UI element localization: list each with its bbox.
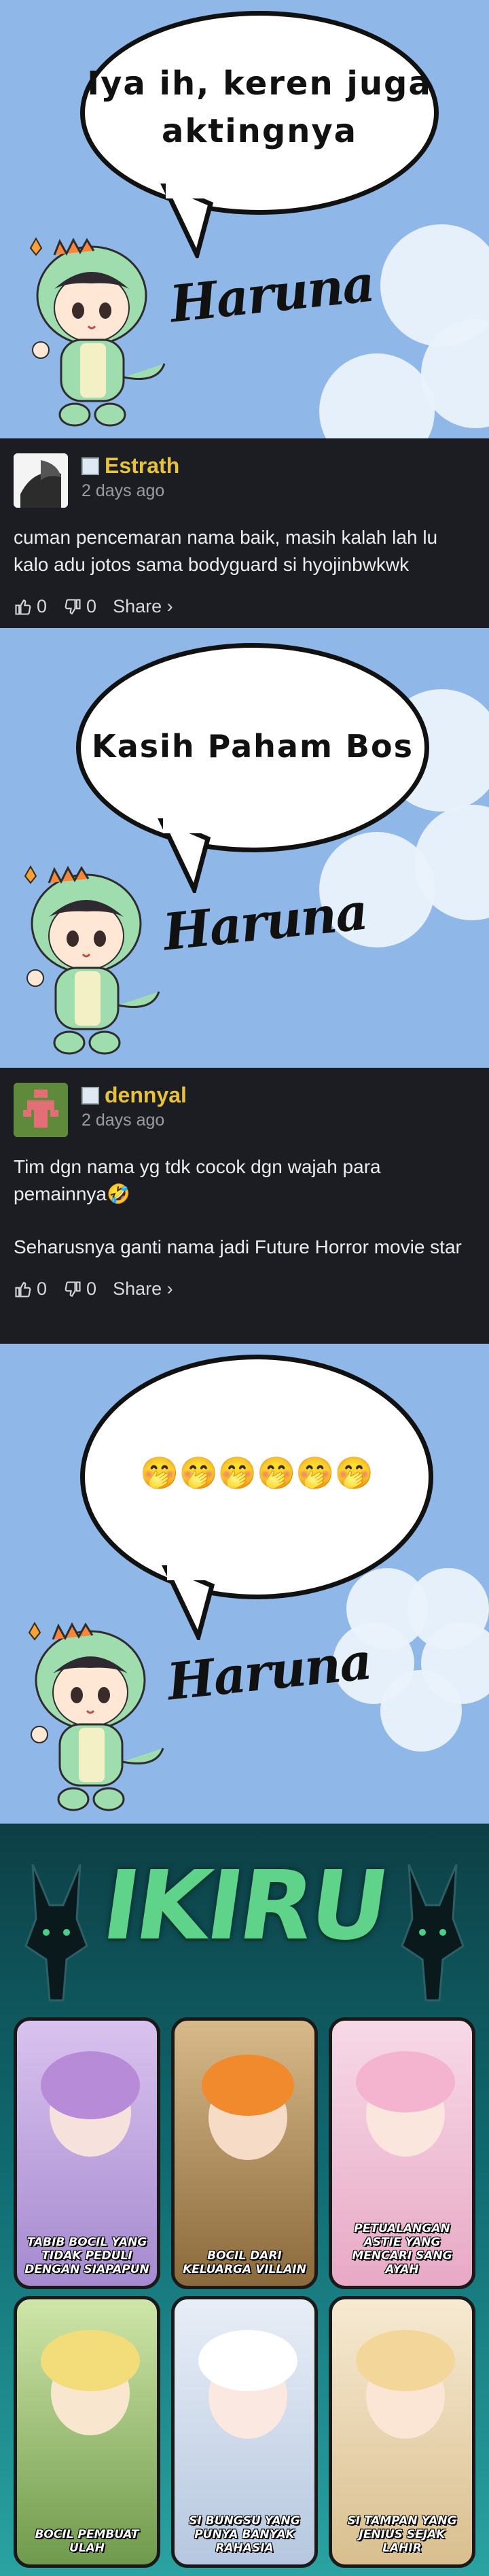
manga-card-caption: BOCIL DARI KELUARGA VILLAIN [183, 2249, 306, 2276]
haruna-signature: Haruna [164, 1632, 374, 1712]
flower-decoration [319, 353, 435, 438]
thumbs-up-icon [15, 599, 31, 615]
avatar[interactable] [14, 1083, 68, 1137]
speech-bubble: 🤭🤭🤭🤭🤭🤭 [80, 1355, 433, 1599]
broken-image-icon [82, 1086, 99, 1104]
manga-card[interactable]: SI BUNGSU YANG PUNYA BANYAK RAHASIA [171, 2296, 318, 2568]
ikiru-promo-banner[interactable]: IKIRU TABIB BOCIL YANG TIDAK PEDULI DENG… [0, 1824, 489, 2576]
manga-card-caption: SI TAMPAN YANG JENIUS SEJAK LAHIR [347, 2514, 457, 2555]
haruna-reaction-panel: Kasih Paham Bos Haruna [0, 628, 489, 1068]
chibi-dino-character [28, 1621, 164, 1811]
character-hair [41, 2051, 140, 2119]
comment-text: cuman pencemaran nama baik, masih kalah … [14, 527, 438, 575]
comment-text: Seharusnya ganti nama jadi Future Horror… [14, 1236, 462, 1257]
character-hair [356, 2330, 455, 2391]
comment-item: Estrath 2 days ago cuman pencemaran nama… [0, 438, 489, 628]
speech-bubble: Iya ih, keren juga aktingnya [80, 11, 439, 215]
manga-card-caption: SI BUNGSU YANG PUNYA BANYAK RAHASIA [189, 2514, 300, 2555]
haruna-signature: Haruna [167, 254, 377, 334]
manga-card[interactable]: SI TAMPAN YANG JENIUS SEJAK LAHIR [329, 2296, 475, 2568]
comment-item: dennyal 2 days ago Tim dgn nama yg tdk c… [0, 1068, 489, 1344]
like-count: 0 [37, 596, 48, 616]
manga-card-caption: PETUALANGAN ASTIE YANG MENCARI SANG AYAH [352, 2222, 452, 2276]
share-button[interactable]: Share › [113, 596, 173, 617]
like-button[interactable]: 0 [14, 596, 47, 617]
comment-username[interactable]: Estrath [82, 453, 179, 478]
manga-card[interactable]: TABIB BOCIL YANG TIDAK PEDULI DENGAN SIA… [14, 2017, 160, 2289]
share-button[interactable]: Share › [113, 1278, 173, 1300]
manga-card[interactable]: PETUALANGAN ASTIE YANG MENCARI SANG AYAH [329, 2017, 475, 2289]
bubble-text-line2: aktingnya [161, 112, 358, 150]
like-button[interactable]: 0 [14, 1278, 47, 1300]
haruna-signature: Haruna [160, 882, 370, 962]
chibi-dino-character [24, 865, 160, 1055]
manga-card-caption: TABIB BOCIL YANG TIDAK PEDULI DENGAN SIA… [24, 2235, 149, 2276]
chibi-dino-character [29, 237, 166, 427]
speech-bubble: Kasih Paham Bos [76, 643, 429, 852]
bubble-text-line1: Iya ih, keren juga [87, 65, 432, 103]
thumbs-down-icon [65, 1281, 81, 1297]
character-hair [41, 2330, 140, 2391]
character-hair [202, 2055, 294, 2116]
username-text[interactable]: Estrath [105, 453, 179, 478]
username-text[interactable]: dennyal [105, 1083, 187, 1108]
comment-text: Tim dgn nama yg tdk cocok dgn wajah para… [14, 1156, 381, 1204]
avatar[interactable] [14, 453, 68, 508]
dislike-count: 0 [86, 1278, 97, 1299]
ikiru-logo: IKIRU [96, 1851, 393, 1962]
thumbs-up-icon [15, 1281, 31, 1298]
like-count: 0 [37, 1278, 48, 1299]
dislike-button[interactable]: 0 [63, 596, 96, 617]
haruna-reaction-panel: 🤭🤭🤭🤭🤭🤭 Haruna [0, 1344, 489, 1824]
comment-timestamp: 2 days ago [82, 481, 165, 500]
dislike-count: 0 [86, 596, 97, 616]
comment-timestamp: 2 days ago [82, 1111, 165, 1130]
manga-card[interactable]: BOCIL PEMBUAT ULAH [14, 2296, 160, 2568]
character-hair [198, 2330, 297, 2391]
broken-image-icon [82, 457, 99, 475]
thumbs-down-icon [65, 598, 81, 614]
manga-card[interactable]: BOCIL DARI KELUARGA VILLAIN [171, 2017, 318, 2289]
manga-card-caption: BOCIL PEMBUAT ULAH [35, 2528, 139, 2555]
bubble-text-line1: Kasih Paham Bos [92, 728, 414, 765]
haruna-reaction-panel: Iya ih, keren juga aktingnya Haruna [0, 0, 489, 438]
dislike-button[interactable]: 0 [63, 1278, 96, 1300]
comment-username[interactable]: dennyal [82, 1083, 187, 1108]
flower-decoration [380, 1670, 462, 1752]
character-hair [356, 2051, 455, 2112]
bubble-emoji-text: 🤭🤭🤭🤭🤭🤭 [140, 1455, 374, 1491]
